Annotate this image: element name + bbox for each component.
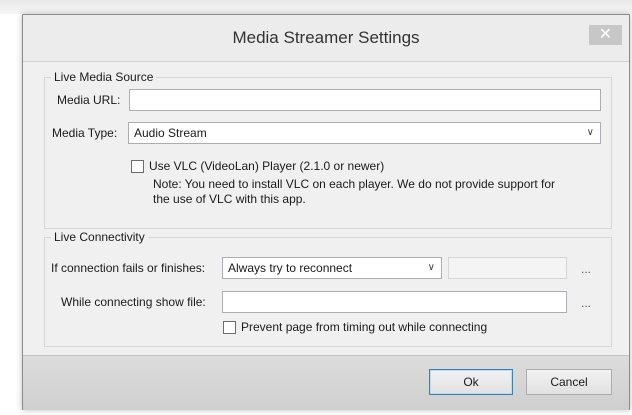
- connection-fail-label: If connection fails or finishes:: [51, 261, 206, 275]
- close-icon: ✕: [598, 26, 613, 43]
- connection-fail-browse-button[interactable]: ...: [581, 262, 591, 276]
- live-media-source-legend: Live Media Source: [51, 70, 157, 84]
- settings-dialog: Media Streamer Settings ✕ Live Media Sou…: [22, 14, 630, 410]
- vlc-checkbox-label[interactable]: Use VLC (VideoLan) Player (2.1.0 or newe…: [149, 159, 384, 173]
- chevron-down-icon: ∨: [427, 262, 435, 273]
- vlc-note-line1: Note: You need to install VLC on each pl…: [153, 177, 556, 191]
- media-type-label: Media Type:: [52, 126, 118, 140]
- dialog-footer: Ok Cancel: [23, 355, 629, 410]
- background-window-strip: [0, 0, 632, 14]
- chevron-down-icon: ∨: [586, 127, 594, 138]
- show-file-browse-button[interactable]: ...: [581, 296, 591, 310]
- prevent-timeout-checkbox[interactable]: [223, 321, 236, 334]
- cancel-button[interactable]: Cancel: [526, 369, 612, 395]
- live-connectivity-legend: Live Connectivity: [51, 230, 148, 244]
- title-bar: Media Streamer Settings ✕: [23, 15, 629, 62]
- connection-fail-value: Always try to reconnect: [228, 261, 353, 275]
- dialog-title: Media Streamer Settings: [232, 28, 420, 47]
- show-file-label: While connecting show file:: [61, 295, 206, 309]
- prevent-timeout-label[interactable]: Prevent page from timing out while conne…: [241, 320, 487, 334]
- close-button[interactable]: ✕: [589, 25, 622, 45]
- vlc-note-line2: the use of VLC with this app.: [153, 192, 306, 206]
- connection-fail-detail-field: [448, 257, 567, 279]
- vlc-note: Note: You need to install VLC on each pl…: [153, 177, 555, 207]
- media-url-label: Media URL:: [57, 93, 121, 107]
- show-file-input[interactable]: [222, 291, 567, 313]
- media-type-value: Audio Stream: [134, 126, 207, 140]
- media-type-select[interactable]: Audio Stream ∨: [128, 122, 601, 144]
- connection-fail-select[interactable]: Always try to reconnect ∨: [222, 257, 442, 279]
- ok-button[interactable]: Ok: [429, 369, 513, 395]
- vlc-checkbox[interactable]: [131, 160, 144, 173]
- media-url-input[interactable]: [129, 89, 601, 111]
